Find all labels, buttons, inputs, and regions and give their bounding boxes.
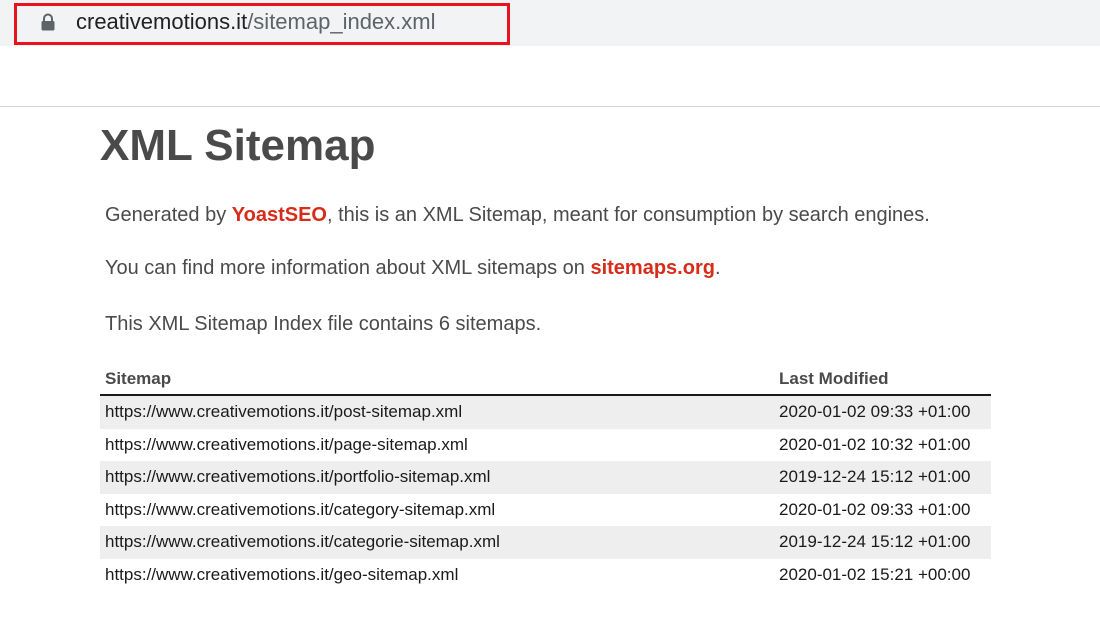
sitemap-table: Sitemap Last Modified https://www.creati… <box>100 368 991 591</box>
sitemap-url-cell[interactable]: https://www.creativemotions.it/category-… <box>100 494 774 527</box>
address-bar[interactable]: creativemotions.it/sitemap_index.xml <box>0 0 1100 46</box>
table-row: https://www.creativemotions.it/portfolio… <box>100 461 991 494</box>
table-row: https://www.creativemotions.it/category-… <box>100 494 991 527</box>
sitemap-count-text: This XML Sitemap Index file contains 6 s… <box>105 313 542 335</box>
info-prefix: You can find more information about XML … <box>105 257 591 279</box>
header-divider <box>0 106 1100 107</box>
yoastseo-link[interactable]: YoastSEO <box>232 204 327 226</box>
intro-paragraph: Generated by YoastSEO, this is an XML Si… <box>105 202 930 228</box>
last-modified-cell: 2020-01-02 15:21 +00:00 <box>779 564 971 584</box>
table-row: https://www.creativemotions.it/page-site… <box>100 429 991 462</box>
sitemap-url-cell[interactable]: https://www.creativemotions.it/geo-sitem… <box>100 559 774 592</box>
sitemap-url-cell[interactable]: https://www.creativemotions.it/categorie… <box>100 526 774 559</box>
sitemap-content: XML Sitemap Generated by YoastSEO, this … <box>100 118 1000 584</box>
url-domain: creativemotions.it <box>76 9 248 34</box>
column-header-last-modified: Last Modified <box>774 368 991 396</box>
info-suffix: . <box>714 257 721 279</box>
table-row: https://www.creativemotions.it/geo-sitem… <box>100 559 991 592</box>
table-row: https://www.creativemotions.it/categorie… <box>100 526 991 559</box>
sitemap-url-cell[interactable]: https://www.creativemotions.it/page-site… <box>100 429 774 462</box>
lock-icon[interactable] <box>40 13 56 31</box>
url-text[interactable]: creativemotions.it/sitemap_index.xml <box>76 8 436 36</box>
table-header-row: Sitemap Last Modified <box>100 368 991 396</box>
page-title: XML Sitemap <box>100 121 376 170</box>
table-row: https://www.creativemotions.it/post-site… <box>100 395 991 429</box>
last-modified-cell: 2019-12-24 15:12 +01:00 <box>774 461 991 494</box>
info-paragraph: You can find more information about XML … <box>105 255 721 281</box>
column-header-sitemap: Sitemap <box>100 368 774 396</box>
sitemap-url-cell[interactable]: https://www.creativemotions.it/portfolio… <box>100 461 774 494</box>
intro-prefix: Generated by <box>105 204 232 226</box>
sitemaps-org-link[interactable]: sitemaps.org <box>590 257 714 279</box>
last-modified-cell: 2019-12-24 15:12 +01:00 <box>774 526 991 559</box>
intro-suffix: , this is an XML Sitemap, meant for cons… <box>326 204 930 226</box>
sitemap-url-cell[interactable]: https://www.creativemotions.it/post-site… <box>100 395 774 429</box>
last-modified-cell: 2020-01-02 09:33 +01:00 <box>774 395 991 429</box>
url-path: /sitemap_index.xml <box>247 9 436 34</box>
last-modified-cell: 2020-01-02 09:33 +01:00 <box>779 499 971 519</box>
last-modified-cell: 2020-01-02 10:32 +01:00 <box>779 434 971 454</box>
